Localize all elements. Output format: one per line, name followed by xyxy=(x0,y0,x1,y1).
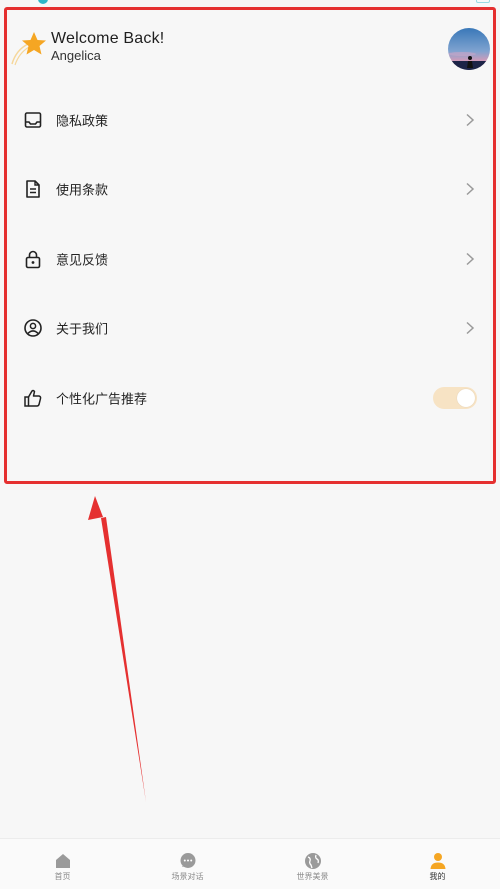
status-bar xyxy=(0,0,500,6)
menu-item-label: 隐私政策 xyxy=(56,114,109,130)
nav-item-home[interactable]: 首页 xyxy=(0,839,125,889)
nav-item-scene-dialogue[interactable]: 场景对话 xyxy=(125,839,250,889)
nav-label: 世界美景 xyxy=(296,872,329,881)
profile-icon xyxy=(430,853,445,869)
username: Angelica xyxy=(51,48,101,63)
chat-icon xyxy=(180,853,195,868)
settings-menu: 隐私政策 使用条款 意见反馈 关于我们 个性化广告推荐 xyxy=(0,85,500,433)
menu-item-label: 关于我们 xyxy=(56,322,109,338)
nav-label: 我的 xyxy=(429,872,446,881)
nav-label: 场景对话 xyxy=(171,872,204,881)
chevron-right-icon xyxy=(466,183,475,196)
chevron-right-icon xyxy=(466,113,475,126)
nav-item-world-scenery[interactable]: 世界美景 xyxy=(250,839,375,889)
avatar[interactable] xyxy=(448,28,490,70)
profile-header: Welcome Back! Angelica xyxy=(0,26,500,86)
welcome-text: Welcome Back! xyxy=(51,30,165,47)
menu-item-feedback[interactable]: 意见反馈 xyxy=(0,224,500,294)
nav-item-mine[interactable]: 我的 xyxy=(375,839,500,889)
home-icon xyxy=(55,854,70,868)
menu-item-terms-of-use[interactable]: 使用条款 xyxy=(0,155,500,225)
menu-item-label: 个性化广告推荐 xyxy=(56,392,148,408)
user-circle-icon xyxy=(24,319,42,338)
status-indicator-icon xyxy=(38,0,48,4)
menu-item-privacy-policy[interactable]: 隐私政策 xyxy=(0,85,500,155)
bottom-nav: 首页 场景对话 世界美景 我的 xyxy=(0,838,500,889)
lock-icon xyxy=(25,250,41,269)
thumbs-up-icon xyxy=(24,389,42,407)
personalized-ads-toggle[interactable] xyxy=(433,386,477,409)
star-logo-icon xyxy=(11,32,46,66)
chevron-right-icon xyxy=(466,322,475,335)
menu-item-about-us[interactable]: 关于我们 xyxy=(0,294,500,364)
document-icon xyxy=(26,180,40,199)
menu-item-label: 使用条款 xyxy=(56,183,109,199)
chevron-right-icon xyxy=(466,252,475,265)
battery-icon xyxy=(476,0,490,3)
globe-icon xyxy=(304,853,321,869)
menu-item-label: 意见反馈 xyxy=(56,253,109,269)
menu-item-personalized-ads: 个性化广告推荐 xyxy=(0,363,500,433)
nav-label: 首页 xyxy=(54,872,71,881)
inbox-icon xyxy=(24,111,42,128)
toggle-knob xyxy=(457,388,475,407)
